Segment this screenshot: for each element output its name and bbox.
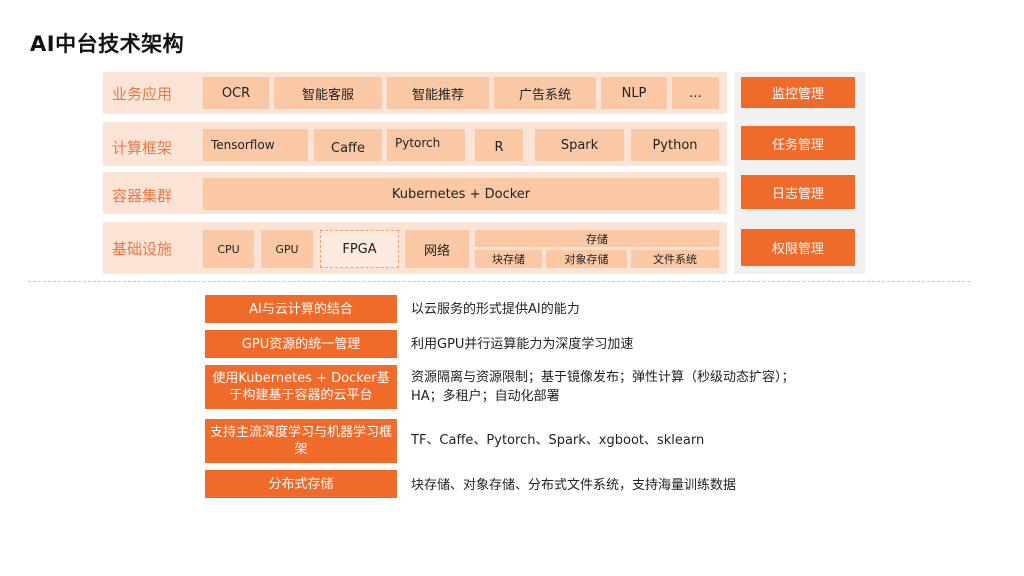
- feature-frameworks: 支持主流深度学习与机器学习框架: [205, 419, 397, 463]
- monitoring-management-button[interactable]: 监控管理: [741, 77, 855, 108]
- cell-pytorch: Pytorch: [387, 129, 465, 161]
- cell-object-storage: 对象存储: [546, 250, 627, 268]
- cell-cpu: CPU: [203, 230, 254, 268]
- cell-python: Python: [631, 129, 719, 161]
- cell-nlp: NLP: [601, 77, 667, 109]
- feature-distributed-storage: 分布式存储: [205, 470, 397, 498]
- feature-gpu-management: GPU资源的统一管理: [205, 330, 397, 358]
- feature-distributed-storage-desc: 块存储、对象存储、分布式文件系统，支持海量训练数据: [411, 478, 737, 493]
- cell-tensorflow: Tensorflow: [203, 129, 308, 161]
- section-divider: [28, 281, 970, 282]
- cell-ad-system: 广告系统: [494, 77, 596, 109]
- cell-r: R: [475, 129, 523, 161]
- cell-more: ...: [672, 77, 719, 109]
- cell-storage: 存储: [475, 230, 719, 247]
- cell-fpga: FPGA: [320, 230, 399, 268]
- cell-network: 网络: [405, 230, 469, 268]
- cell-smart-customer-service: 智能客服: [274, 77, 382, 109]
- feature-ai-cloud-desc: 以云服务的形式提供AI的能力: [411, 302, 580, 317]
- layer-label-business-app: 业务应用: [112, 84, 173, 103]
- feature-kubernetes-docker: 使用Kubernetes + Docker基于构建基于容器的云平台: [205, 365, 397, 409]
- feature-ai-cloud: AI与云计算的结合: [205, 295, 397, 323]
- cell-spark: Spark: [535, 129, 624, 161]
- layer-label-compute-framework: 计算框架: [112, 138, 173, 157]
- feature-frameworks-desc: TF、Caffe、Pytorch、Spark、xgboot、sklearn: [411, 433, 705, 448]
- cell-file-system: 文件系统: [631, 250, 719, 268]
- cell-kubernetes-docker: Kubernetes + Docker: [203, 178, 719, 210]
- log-management-button[interactable]: 日志管理: [741, 175, 855, 209]
- cell-caffe: Caffe: [314, 129, 382, 161]
- layer-label-infrastructure: 基础设施: [112, 239, 173, 258]
- cell-block-storage: 块存储: [475, 250, 542, 268]
- cell-ocr: OCR: [203, 77, 269, 109]
- page-title: AI中台技术架构: [30, 32, 185, 56]
- layer-label-container-cluster: 容器集群: [112, 186, 173, 205]
- permission-management-button[interactable]: 权限管理: [741, 229, 855, 266]
- task-management-button[interactable]: 任务管理: [741, 126, 855, 160]
- cell-gpu: GPU: [261, 230, 313, 268]
- feature-kubernetes-docker-desc: 资源隔离与资源限制；基于镜像发布；弹性计算（秒级动态扩容）；HA；多租户；自动化…: [411, 370, 795, 404]
- cell-smart-recommend: 智能推荐: [387, 77, 489, 109]
- feature-gpu-management-desc: 利用GPU并行运算能力为深度学习加速: [411, 337, 634, 352]
